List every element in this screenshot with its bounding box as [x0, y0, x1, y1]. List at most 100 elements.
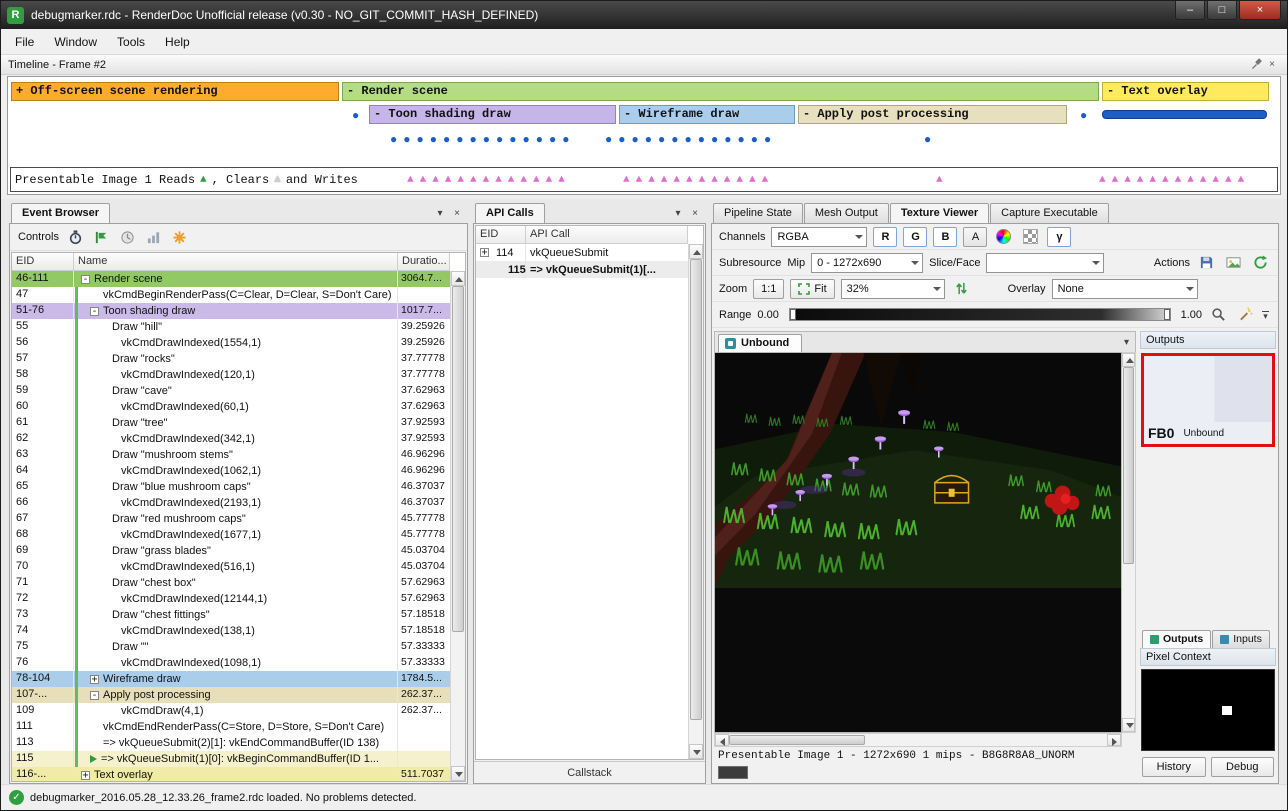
- event-row[interactable]: 113 => vkQueueSubmit(2)[1]: vkEndCommand…: [12, 735, 450, 751]
- column-header-api-call[interactable]: API Call: [526, 226, 688, 243]
- panel-menu-icon[interactable]: ▾: [672, 208, 684, 219]
- checkerboard-icon[interactable]: [1020, 227, 1041, 247]
- event-dots-toon[interactable]: ●●●●●●●●●●●●●●: [390, 134, 575, 144]
- timeline-marker-offscreen[interactable]: + Off-screen scene rendering: [11, 82, 339, 101]
- event-dots-wireframe[interactable]: ●●●●●●●●●●●●●: [605, 134, 777, 144]
- event-row[interactable]: 63 Draw "mushroom stems" 46.96296: [12, 447, 450, 463]
- range-min-handle[interactable]: [790, 309, 796, 320]
- event-row[interactable]: 116-... +Text overlay 511.7037: [12, 767, 450, 781]
- event-dot-begin[interactable]: ●: [352, 110, 365, 120]
- scrollbar-thumb[interactable]: [729, 735, 865, 745]
- event-row[interactable]: 76 vkCmdDrawIndexed(1098,1) 57.33333: [12, 655, 450, 671]
- event-row[interactable]: 65 Draw "blue mushroom caps" 46.37037: [12, 479, 450, 495]
- debug-button[interactable]: Debug: [1211, 757, 1275, 777]
- event-row[interactable]: 70 vkCmdDrawIndexed(516,1) 45.03704: [12, 559, 450, 575]
- event-row[interactable]: 107-... -Apply post processing 262.37...: [12, 687, 450, 703]
- scroll-down-button[interactable]: [689, 744, 703, 759]
- export-image-icon[interactable]: [1223, 253, 1244, 273]
- event-row[interactable]: 111 vkCmdEndRenderPass(C=Store, D=Store,…: [12, 719, 450, 735]
- callstack-section[interactable]: Callstack: [474, 761, 705, 783]
- timeline-track[interactable]: + Off-screen scene rendering - Render sc…: [7, 76, 1281, 195]
- magnifier-icon[interactable]: [1208, 305, 1229, 325]
- event-row[interactable]: 55 Draw "hill" 39.25926: [12, 319, 450, 335]
- event-row[interactable]: 61 Draw "tree" 37.92593: [12, 415, 450, 431]
- tree-expander-icon[interactable]: -: [90, 691, 99, 700]
- event-browser-scrollbar[interactable]: [450, 271, 465, 781]
- blue-channel-button[interactable]: B: [933, 227, 957, 247]
- panel-menu-icon[interactable]: ▾: [434, 208, 446, 219]
- event-row[interactable]: 115 => vkQueueSubmit(1)[0]: vkBeginComma…: [12, 751, 450, 767]
- event-row[interactable]: 68 vkCmdDrawIndexed(1677,1) 45.77778: [12, 527, 450, 543]
- tab-inputs[interactable]: Inputs: [1212, 630, 1270, 648]
- chart-icon[interactable]: [145, 228, 163, 246]
- api-calls-header[interactable]: EID API Call: [476, 226, 688, 244]
- event-row[interactable]: 75 Draw "" 57.33333: [12, 639, 450, 655]
- menu-item[interactable]: Tools: [107, 31, 155, 53]
- red-channel-button[interactable]: R: [873, 227, 897, 247]
- menu-item[interactable]: Window: [44, 31, 107, 53]
- scroll-down-button[interactable]: [451, 766, 465, 781]
- mip-select[interactable]: 0 - 1272x690: [811, 253, 923, 273]
- range-slider[interactable]: [789, 308, 1171, 321]
- api-call-row[interactable]: 115 => vkQueueSubmit(1)[...: [476, 261, 688, 278]
- panel-close-icon[interactable]: ×: [451, 208, 463, 219]
- texture-tab-menu-icon[interactable]: ▾: [1118, 337, 1135, 352]
- save-icon[interactable]: [1196, 253, 1217, 273]
- right-panel-tab[interactable]: Mesh Output: [804, 203, 889, 223]
- event-dot-end[interactable]: ●: [1080, 110, 1093, 120]
- event-row[interactable]: 47 vkCmdBeginRenderPass(C=Clear, D=Clear…: [12, 287, 450, 303]
- scroll-up-button[interactable]: [689, 244, 703, 259]
- channels-select[interactable]: RGBA: [771, 227, 867, 247]
- event-row[interactable]: 74 vkCmdDrawIndexed(138,1) 57.18518: [12, 623, 450, 639]
- event-browser-header[interactable]: EID Name Duratio...: [12, 253, 450, 271]
- maximize-button[interactable]: □: [1207, 1, 1237, 20]
- clock-icon[interactable]: [119, 228, 137, 246]
- scroll-right-button[interactable]: [1107, 734, 1121, 746]
- event-row[interactable]: 73 Draw "chest fittings" 57.18518: [12, 607, 450, 623]
- slice-face-select[interactable]: [986, 253, 1104, 273]
- range-max-handle[interactable]: [1164, 309, 1170, 320]
- tree-expander-icon[interactable]: +: [81, 771, 90, 780]
- gamma-button[interactable]: γ: [1047, 227, 1071, 247]
- event-row[interactable]: 109 vkCmdDraw(4,1) 262.37...: [12, 703, 450, 719]
- overlay-select[interactable]: None: [1052, 279, 1198, 299]
- wand-icon[interactable]: [1235, 305, 1256, 325]
- range-max-value[interactable]: 1.00: [1181, 309, 1202, 321]
- event-row[interactable]: 67 Draw "red mushroom caps" 45.77778: [12, 511, 450, 527]
- tree-expander-icon[interactable]: +: [90, 675, 99, 684]
- scrollbar-thumb[interactable]: [1123, 367, 1134, 564]
- overflow-chevron-icon[interactable]: ▾: [1262, 311, 1271, 319]
- history-button[interactable]: History: [1142, 757, 1206, 777]
- event-row[interactable]: 66 vkCmdDrawIndexed(2193,1) 46.37037: [12, 495, 450, 511]
- event-row[interactable]: 51-76 -Toon shading draw 1017.7...: [12, 303, 450, 319]
- green-channel-button[interactable]: G: [903, 227, 927, 247]
- goto-current-event-icon[interactable]: [93, 228, 111, 246]
- event-row[interactable]: 59 Draw "cave" 37.62963: [12, 383, 450, 399]
- texture-tab-unbound[interactable]: Unbound: [718, 334, 802, 352]
- menu-item[interactable]: File: [5, 31, 44, 53]
- zoom-1-1-button[interactable]: 1:1: [753, 279, 784, 299]
- tab-api-calls[interactable]: API Calls: [475, 203, 545, 223]
- tree-expander-icon[interactable]: -: [90, 307, 99, 316]
- event-row[interactable]: 62 vkCmdDrawIndexed(342,1) 37.92593: [12, 431, 450, 447]
- tree-expander-icon[interactable]: -: [81, 275, 90, 284]
- tree-expander-icon[interactable]: +: [480, 248, 489, 257]
- api-call-row[interactable]: +114 vkQueueSubmit: [476, 244, 688, 261]
- asterisk-icon[interactable]: [171, 228, 189, 246]
- scroll-up-button[interactable]: [1122, 353, 1135, 367]
- panel-close-icon[interactable]: ×: [689, 208, 701, 219]
- timeline-marker-text-overlay[interactable]: - Text overlay: [1102, 82, 1269, 101]
- menu-item[interactable]: Help: [155, 31, 200, 53]
- event-row[interactable]: 78-104 +Wireframe draw 1784.5...: [12, 671, 450, 687]
- texture-vertical-scrollbar[interactable]: [1122, 352, 1136, 733]
- scrollbar-thumb[interactable]: [452, 286, 464, 632]
- stopwatch-icon[interactable]: [67, 228, 85, 246]
- event-row[interactable]: 46-111 -Render scene 3064.7...: [12, 271, 450, 287]
- right-panel-tab[interactable]: Texture Viewer: [890, 203, 989, 223]
- alpha-channel-button[interactable]: A: [963, 227, 987, 247]
- column-header-duration[interactable]: Duratio...: [398, 253, 450, 270]
- pin-icon[interactable]: [1248, 58, 1264, 71]
- write-markers-cluster[interactable]: ▲▲▲▲▲▲▲▲▲▲▲▲▲: [407, 174, 571, 186]
- pixel-context-canvas[interactable]: [1141, 669, 1275, 751]
- event-row[interactable]: 58 vkCmdDrawIndexed(120,1) 37.77778: [12, 367, 450, 383]
